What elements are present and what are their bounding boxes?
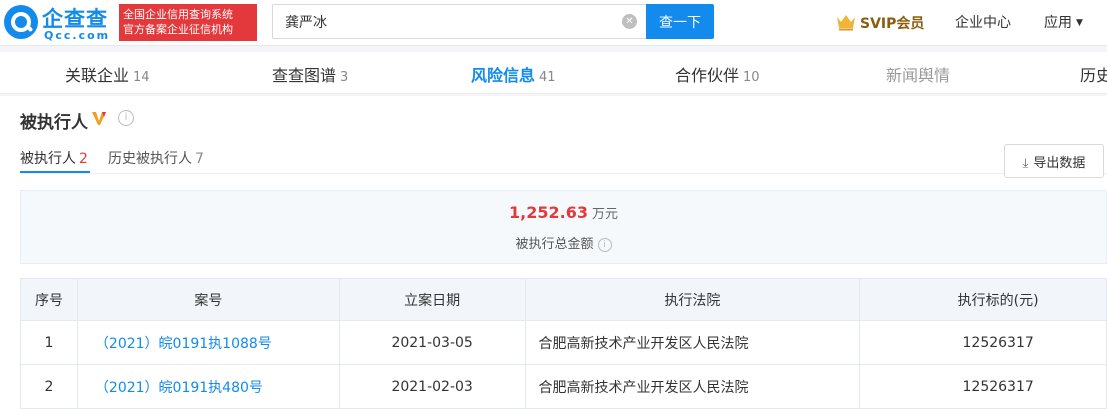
debtor-table: 序号 案号 立案日期 执行法院 执行标的(元) 1 （2021）皖0191执10… bbox=[20, 278, 1107, 409]
subtab-current-debtor[interactable]: 被执行人 2 bbox=[20, 148, 88, 168]
subtab-label: 被执行人 bbox=[20, 151, 76, 167]
slogan-line-1: 全国企业信用查询系统 bbox=[123, 8, 233, 21]
filing-date: 2021-03-05 bbox=[338, 320, 526, 365]
summary-value: 1,252.63 bbox=[509, 203, 588, 222]
summary-unit: 万元 bbox=[591, 207, 618, 222]
execution-amount: 12526317 bbox=[859, 320, 1107, 365]
tab-risk-info[interactable]: 风险信息 41 bbox=[471, 62, 556, 86]
header-case-no: 案号 bbox=[76, 278, 340, 321]
search-button[interactable]: 查一下 bbox=[646, 4, 714, 39]
subtab-history-debtor[interactable]: 历史被执行人 7 bbox=[108, 148, 204, 168]
table-header-row: 序号 案号 立案日期 执行法院 执行标的(元) bbox=[20, 278, 1107, 321]
chevron-down-icon: ▼ bbox=[1076, 18, 1083, 28]
court-name: 合肥高新技术产业开发区人民法院 bbox=[524, 320, 861, 365]
logo-icon bbox=[4, 5, 38, 39]
tab-partners[interactable]: 合作伙伴 10 bbox=[675, 62, 760, 86]
court-name: 合肥高新技术产业开发区人民法院 bbox=[524, 364, 861, 409]
header-court: 执行法院 bbox=[524, 278, 861, 321]
tab-graph[interactable]: 查查图谱 3 bbox=[272, 62, 348, 86]
search-bar: ✕ 查一下 bbox=[272, 4, 714, 39]
header-index: 序号 bbox=[20, 278, 78, 321]
case-number-link[interactable]: （2021）皖0191执480号 bbox=[76, 364, 340, 409]
section-title: 被执行人 bbox=[20, 113, 88, 133]
site-logo[interactable]: 企查查 Qcc.com bbox=[4, 3, 116, 43]
top-header: 企查查 Qcc.com 全国企业信用查询系统 官方备案企业征信机构 ✕ 查一下 … bbox=[0, 0, 1107, 46]
vip-icon bbox=[92, 112, 106, 125]
summary-label: 被执行总金额 i bbox=[21, 233, 1106, 252]
search-input[interactable] bbox=[272, 4, 646, 39]
tab-label: 查查图谱 bbox=[272, 66, 337, 85]
nav-enterprise-center[interactable]: 企业中心 bbox=[955, 12, 1011, 32]
clear-icon[interactable]: ✕ bbox=[622, 14, 637, 29]
summary-label-text: 被执行总金额 bbox=[515, 237, 594, 252]
tab-related-companies[interactable]: 关联企业 14 bbox=[65, 62, 150, 86]
row-index: 1 bbox=[20, 320, 78, 365]
nav-apps-label: 应用 bbox=[1044, 15, 1072, 31]
tab-count: 14 bbox=[133, 70, 150, 85]
svip-label: SVIP会员 bbox=[860, 16, 925, 32]
divider bbox=[20, 173, 1107, 174]
logo-domain: Qcc.com bbox=[44, 29, 111, 42]
crown-icon bbox=[837, 15, 855, 31]
tab-count: 10 bbox=[743, 70, 760, 85]
slogan-badge: 全国企业信用查询系统 官方备案企业征信机构 bbox=[119, 4, 257, 41]
total-amount-summary: 1,252.63 万元 被执行总金额 i bbox=[20, 190, 1107, 264]
tab-label: 关联企业 bbox=[65, 66, 130, 85]
execution-amount: 12526317 bbox=[859, 364, 1107, 409]
row-index: 2 bbox=[20, 364, 78, 409]
export-label: 导出数据 bbox=[1033, 155, 1086, 171]
table-row: 2 （2021）皖0191执480号 2021-02-03 合肥高新技术产业开发… bbox=[20, 364, 1107, 409]
nav-apps[interactable]: 应用 ▼ bbox=[1044, 12, 1083, 32]
export-data-button[interactable]: ⤓ 导出数据 bbox=[1004, 144, 1104, 178]
tab-count: 41 bbox=[539, 70, 556, 85]
tab-label: 风险信息 bbox=[471, 66, 536, 85]
download-icon: ⤓ bbox=[1022, 155, 1029, 171]
section-tabs: 关联企业 14 查查图谱 3 风险信息 41 合作伙伴 10 新闻舆情 历史 bbox=[0, 52, 1107, 94]
info-icon[interactable]: i bbox=[597, 237, 612, 252]
info-icon[interactable]: i bbox=[118, 110, 134, 126]
subtab-count: 7 bbox=[195, 151, 204, 167]
header-date: 立案日期 bbox=[338, 278, 526, 321]
tab-count: 3 bbox=[340, 70, 349, 85]
tab-news[interactable]: 新闻舆情 bbox=[886, 62, 950, 86]
judgment-debtor-card: 被执行人 i 被执行人 2 历史被执行人 7 ⤓ 导出数据 1,252.63 万元 被执… bbox=[0, 96, 1107, 413]
filing-date: 2021-02-03 bbox=[338, 364, 526, 409]
tab-label: 历史 bbox=[1080, 66, 1107, 85]
subtab-count: 2 bbox=[79, 151, 88, 167]
tab-history[interactable]: 历史 bbox=[1080, 62, 1107, 86]
slogan-line-2: 官方备案企业征信机构 bbox=[123, 23, 233, 36]
subtab-label: 历史被执行人 bbox=[108, 151, 192, 167]
case-number-link[interactable]: （2021）皖0191执1088号 bbox=[76, 320, 340, 365]
tab-label: 新闻舆情 bbox=[886, 66, 951, 85]
tab-label: 合作伙伴 bbox=[675, 66, 740, 85]
table-row: 1 （2021）皖0191执1088号 2021-03-05 合肥高新技术产业开… bbox=[20, 320, 1107, 365]
summary-amount: 1,252.63 万元 bbox=[21, 203, 1106, 222]
header-amount: 执行标的(元) bbox=[859, 278, 1107, 321]
